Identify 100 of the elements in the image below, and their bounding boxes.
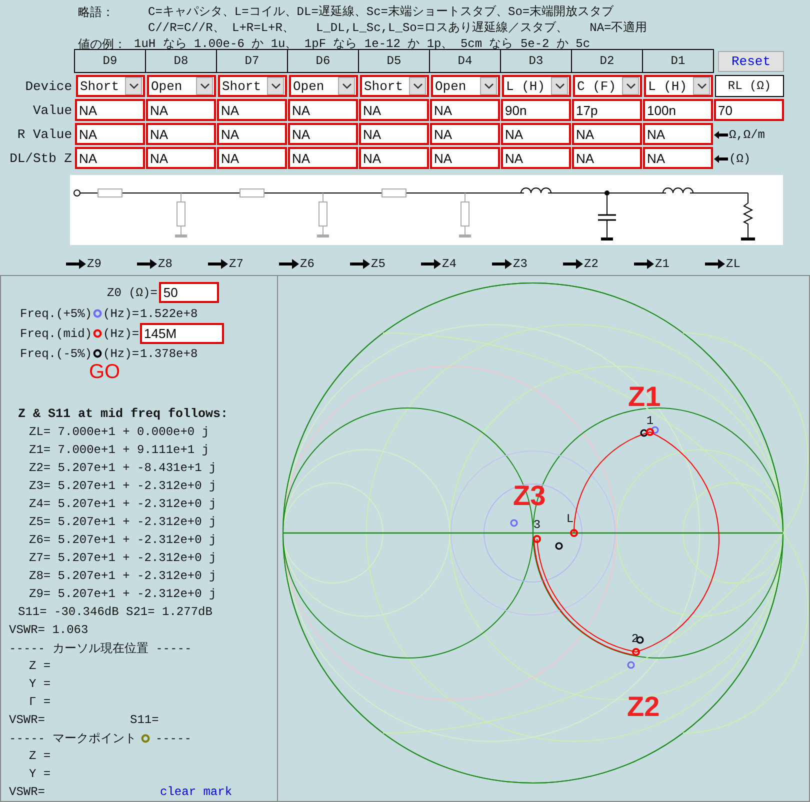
chevron-icon [696, 82, 706, 90]
chevron-icon [270, 82, 280, 90]
value-field[interactable]: 17p [572, 99, 642, 121]
column-header: D5 [358, 49, 430, 73]
device-dropdown[interactable]: Short [360, 75, 429, 97]
point-marker [632, 648, 640, 656]
impedance-result: Z9= 5.207e+1 + -2.312e+0 j [28, 586, 218, 603]
arrow-icon [137, 259, 157, 269]
value-field[interactable]: NA [572, 147, 642, 169]
value-field[interactable]: 100n [643, 99, 713, 121]
s-parameter-result: S11= -30.346dB S21= 1.277dB [17, 604, 214, 621]
arrow-icon [350, 259, 370, 269]
point-label: 1 [646, 414, 654, 428]
value-field[interactable]: NA [501, 147, 571, 169]
example-text: 1uH なら 1.00e-6 か 1u、 1pF なら 1e-12 か 1p、 5cm なら 5e-2 か 5c [134, 36, 590, 52]
chevron-icon [128, 82, 138, 90]
device-dropdown[interactable]: L (H) [644, 75, 713, 97]
row-label: Value [32, 102, 73, 120]
results-title: Z & S11 at mid freq follows: [17, 406, 230, 423]
node-label: Z9 [87, 257, 102, 271]
z0-field[interactable]: 50 [159, 282, 220, 304]
chevron-icon [412, 82, 422, 90]
node-label: ZL [726, 257, 740, 271]
device-dropdown[interactable]: Open [147, 75, 216, 97]
value-field[interactable]: NA [643, 123, 713, 145]
device-dropdown[interactable]: Open [289, 75, 358, 97]
mark-field: Z = [9, 747, 277, 765]
value-field[interactable]: 70 [714, 99, 784, 121]
impedance-result: Z1= 7.000e+1 + 9.111e+1 j [28, 442, 210, 459]
impedance-result: ZL= 7.000e+1 + 0.000e+0 j [28, 424, 210, 441]
point-marker [627, 661, 635, 669]
device-dropdown[interactable]: Short [76, 75, 145, 97]
value-field[interactable]: NA [288, 99, 358, 121]
cursor-field: Y = [9, 675, 277, 693]
device-dropdown[interactable]: L (H) [502, 75, 571, 97]
row-label: R Value [16, 126, 73, 144]
value-field[interactable]: NA [75, 147, 145, 169]
column-header: D8 [145, 49, 217, 73]
unit-note: (Ω) [729, 152, 751, 166]
value-field[interactable]: NA [643, 147, 713, 169]
frequency-field[interactable]: 145M [140, 323, 224, 344]
impedance-result: Z3= 5.207e+1 + -2.312e+0 j [28, 478, 218, 495]
row-label: DL/Stb Z [8, 150, 73, 168]
device-dropdown[interactable]: Short [218, 75, 287, 97]
impedance-result: Z6= 5.207e+1 + -2.312e+0 j [28, 532, 218, 549]
arrow-icon [714, 154, 728, 162]
node-label: Z8 [158, 257, 172, 271]
frequency-value: 1.522e+8 [140, 306, 198, 323]
value-field[interactable]: NA [217, 123, 287, 145]
point-marker [510, 519, 518, 527]
value-field[interactable]: NA [288, 123, 358, 145]
impedance-result: Z5= 5.207e+1 + -2.312e+0 j [28, 514, 218, 531]
frequency-label: Freq.(mid) [20, 326, 92, 343]
arrow-icon [66, 259, 86, 269]
section-title: ----- マークポイント [9, 730, 136, 747]
value-field[interactable]: 90n [501, 99, 571, 121]
arrow-icon [634, 259, 654, 269]
section-title: ----- [155, 730, 192, 747]
value-field[interactable]: NA [501, 123, 571, 145]
clear-mark-link[interactable]: clear mark [160, 783, 232, 801]
arrow-icon [563, 259, 583, 269]
arrow-icon [705, 259, 725, 269]
unit-label: (Hz)= [103, 346, 140, 362]
value-field[interactable]: NA [430, 147, 500, 169]
arrow-icon [279, 259, 299, 269]
value-field[interactable]: NA [430, 123, 500, 145]
unit-label: (Hz)= [103, 306, 140, 323]
value-field[interactable]: NA [572, 123, 642, 145]
impedance-result: Z7= 5.207e+1 + -2.312e+0 j [28, 550, 218, 567]
reset-button[interactable]: Reset [718, 50, 784, 72]
device-dropdown[interactable]: Open [431, 75, 500, 97]
value-field[interactable]: NA [217, 147, 287, 169]
value-field[interactable]: NA [359, 123, 429, 145]
chevron-icon [200, 82, 210, 90]
value-field[interactable]: NA [75, 99, 145, 121]
value-field[interactable]: NA [146, 123, 216, 145]
value-field[interactable]: NA [359, 147, 429, 169]
column-header: D1 [642, 49, 714, 73]
load-label: RL (Ω) [715, 75, 784, 97]
value-field[interactable]: NA [359, 99, 429, 121]
chevron-icon [626, 82, 636, 90]
column-header: D9 [74, 49, 146, 73]
value-field[interactable]: NA [146, 147, 216, 169]
frequency-label: Freq.(+5%) [20, 306, 92, 323]
unit-label: (Hz)= [103, 326, 140, 343]
frequency-value: 1.378e+8 [140, 346, 198, 362]
unit-note: Ω,Ω/m [729, 128, 766, 142]
stage-label: Z2 [627, 691, 660, 722]
mark-point-icon [141, 734, 150, 742]
value-field[interactable]: NA [217, 99, 287, 121]
column-header: D6 [287, 49, 359, 73]
point-label: L [566, 512, 574, 526]
value-field[interactable]: NA [146, 99, 216, 121]
node-label: Z4 [442, 257, 456, 271]
value-field[interactable]: NA [430, 99, 500, 121]
value-field[interactable]: NA [288, 147, 358, 169]
device-dropdown[interactable]: C (F) [573, 75, 642, 97]
arrow-icon [492, 259, 512, 269]
value-field[interactable]: NA [75, 123, 145, 145]
column-header: D3 [500, 49, 572, 73]
